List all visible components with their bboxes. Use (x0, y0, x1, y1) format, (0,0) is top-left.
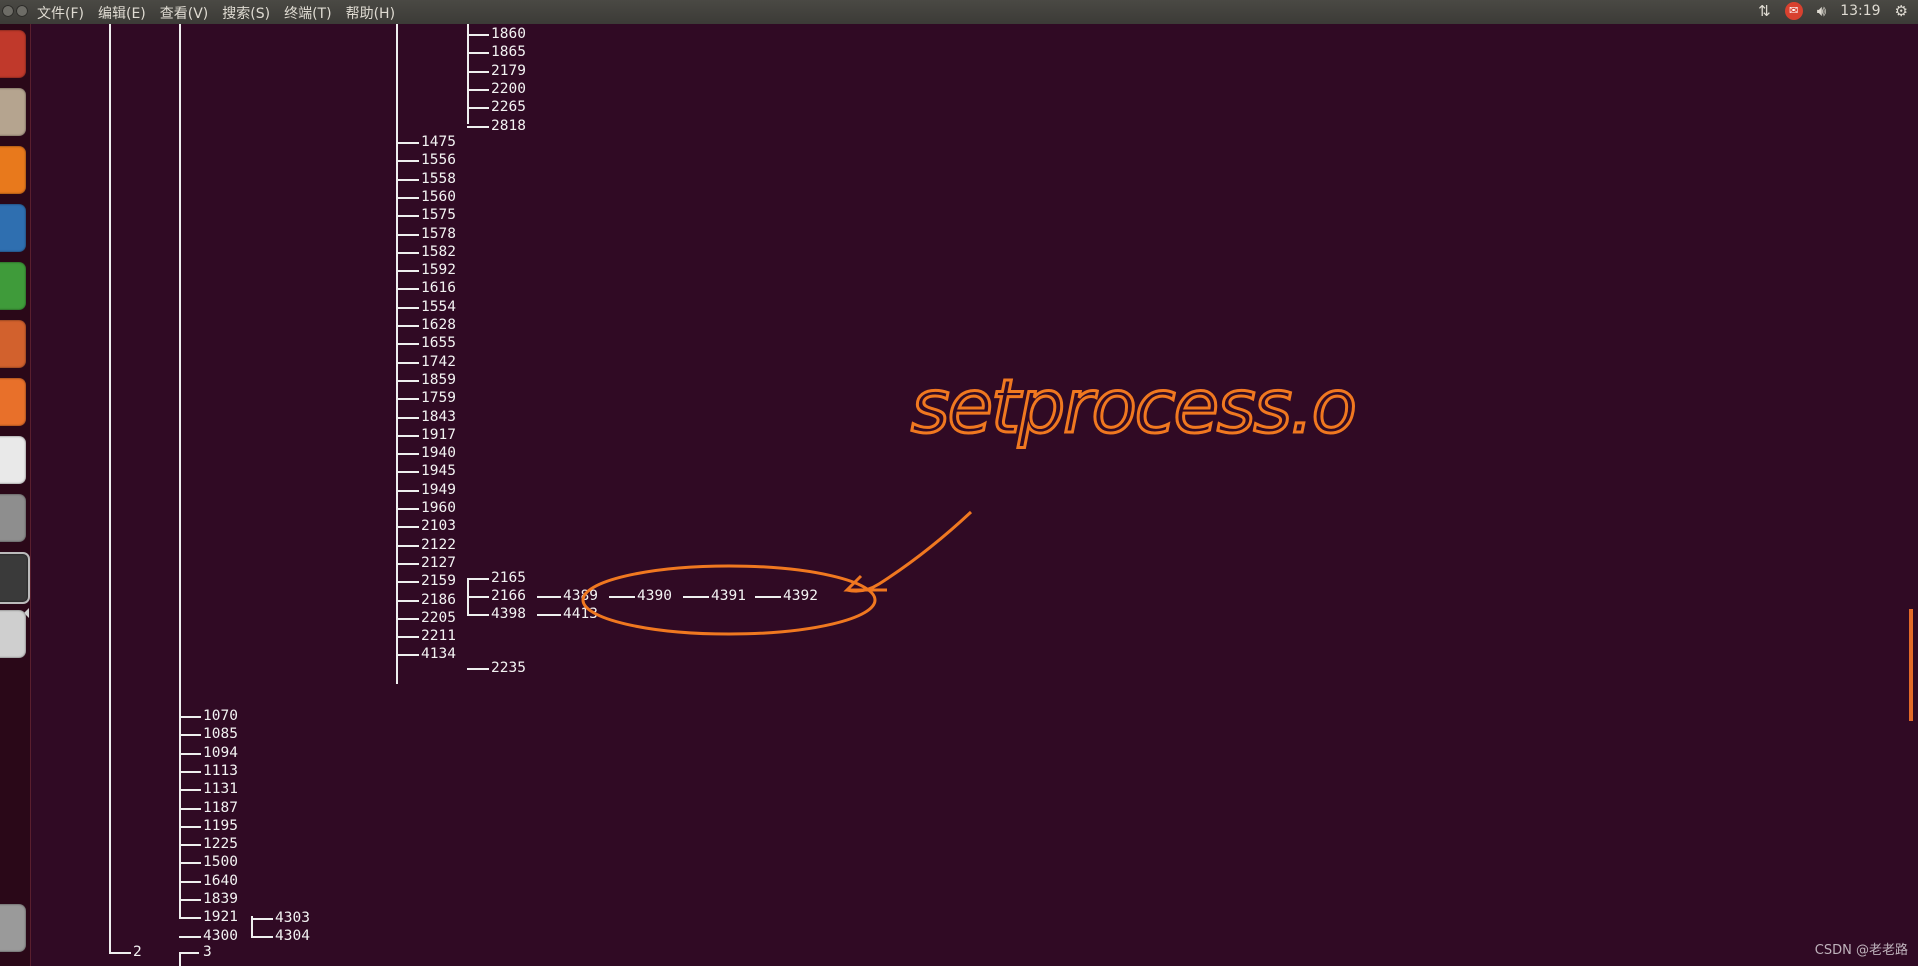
window-close-button[interactable] (2, 5, 14, 17)
system-settings-icon[interactable] (0, 494, 26, 542)
launcher (0, 24, 31, 966)
scrollbar-thumb[interactable] (1909, 609, 1913, 721)
menu-terminal[interactable]: 终端(T) (284, 3, 331, 23)
system-tray: ⇅ ✉ 🔊︎ 13:19 ⚙ (1758, 2, 1908, 20)
terminal-output[interactable]: 1860 1865 2179 2200 2265 2818 1475 1556 1558 156… (31, 24, 1913, 966)
speaker-icon[interactable]: 🔊︎ (1817, 2, 1826, 20)
calc-icon[interactable] (0, 262, 26, 310)
amazon-icon[interactable] (0, 436, 26, 484)
menubar: 文件(F) 编辑(E) 查看(V) 搜索(S) 终端(T) 帮助(H) (37, 3, 395, 23)
window-minimize-button[interactable] (16, 5, 28, 17)
chat-badge-icon[interactable]: ✉ (1784, 2, 1803, 20)
annotation-arrow (846, 510, 973, 593)
trash-icon[interactable] (0, 904, 26, 952)
menu-search[interactable]: 搜索(S) (222, 3, 270, 23)
menu-edit[interactable]: 编辑(E) (98, 3, 146, 23)
network-updown-icon[interactable]: ⇅ (1758, 2, 1771, 20)
writer-icon[interactable] (0, 204, 26, 252)
clock[interactable]: 13:19 (1840, 3, 1880, 19)
annotation-text: setprocess.o (911, 364, 1355, 450)
top-panel: 文件(F) 编辑(E) 查看(V) 搜索(S) 终端(T) 帮助(H) ⇅ ✉ … (0, 0, 1918, 24)
software-center-icon[interactable] (0, 378, 26, 426)
terminal-icon[interactable] (0, 552, 30, 604)
watermark: CSDN @老老路 (1814, 943, 1908, 958)
ubuntu-dash-icon[interactable] (0, 30, 26, 78)
dvd-icon[interactable] (0, 610, 26, 658)
files-icon[interactable] (0, 88, 26, 136)
menu-file[interactable]: 文件(F) (37, 3, 84, 23)
gear-icon[interactable]: ⚙ (1895, 2, 1908, 20)
menu-help[interactable]: 帮助(H) (346, 3, 395, 23)
menu-view[interactable]: 查看(V) (160, 3, 209, 23)
impress-icon[interactable] (0, 320, 26, 368)
handwritten-annotation: setprocess.o (581, 363, 1358, 636)
firefox-icon[interactable] (0, 146, 26, 194)
annotation-circle (581, 564, 877, 636)
